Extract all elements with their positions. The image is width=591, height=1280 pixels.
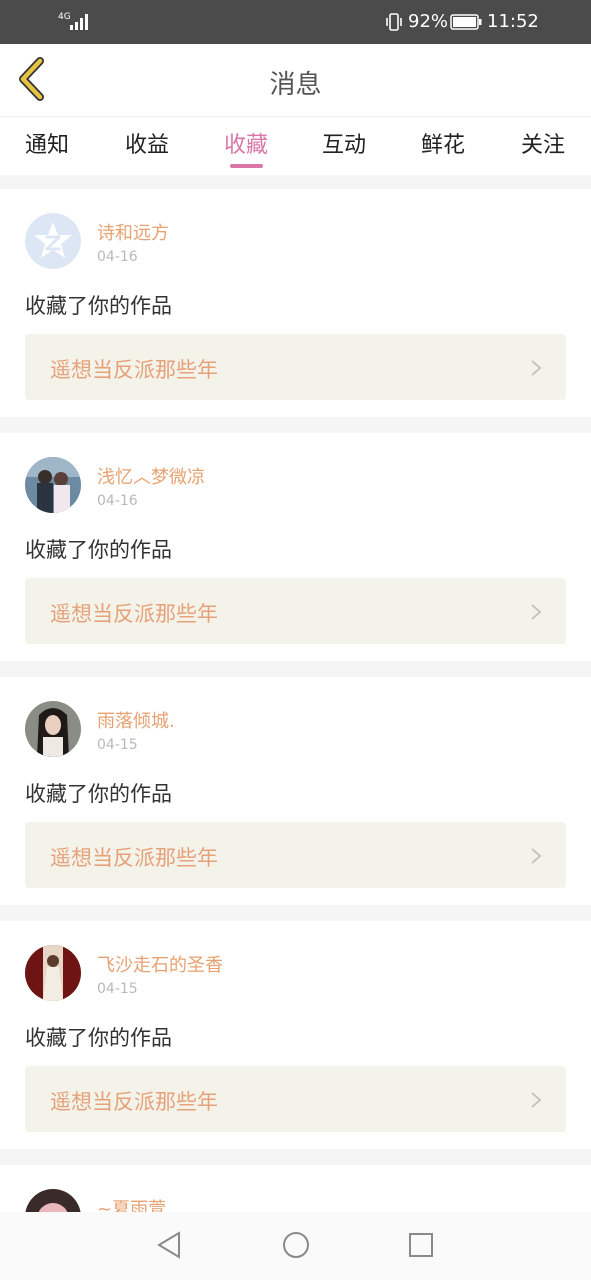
message-date: 04-15 — [97, 981, 138, 997]
page-title: 消息 — [269, 70, 322, 100]
tab-following[interactable]: 关注 — [503, 127, 583, 159]
message-card: 诗和远方 04-16 收藏了你的作品 遥想当反派那些年 — [0, 189, 591, 417]
active-tab-indicator — [230, 164, 263, 168]
message-card: 飞沙走石的圣香 04-15 收藏了你的作品 遥想当反派那些年 — [0, 921, 591, 1149]
tab-interactions[interactable]: 互动 — [304, 127, 384, 159]
message-card: ~夏雨萱 — [0, 1165, 591, 1212]
message-date: 04-15 — [97, 737, 138, 753]
work-title: 遥想当反派那些年 — [50, 358, 218, 382]
username[interactable]: 雨落倾城. — [97, 707, 175, 733]
network-type: 4G — [58, 12, 71, 22]
nav-home-icon[interactable] — [281, 1230, 311, 1260]
action-text: 收藏了你的作品 — [25, 1026, 172, 1050]
chevron-right-icon — [531, 360, 542, 376]
work-title: 遥想当反派那些年 — [50, 602, 218, 626]
message-date: 04-16 — [97, 249, 138, 265]
message-card: 浅忆︿梦微凉 04-16 收藏了你的作品 遥想当反派那些年 — [0, 433, 591, 661]
work-link[interactable]: 遥想当反派那些年 — [25, 1066, 566, 1132]
tab-earnings[interactable]: 收益 — [107, 127, 187, 159]
battery-percent: 92% — [408, 11, 449, 32]
tab-notifications[interactable]: 通知 — [7, 127, 87, 159]
avatar[interactable] — [25, 457, 81, 513]
vibrate-icon — [386, 13, 402, 31]
work-link[interactable]: 遥想当反派那些年 — [25, 334, 566, 400]
tab-flowers[interactable]: 鲜花 — [403, 127, 483, 159]
tab-bar: 通知 收益 收藏 互动 鲜花 关注 — [0, 117, 591, 175]
chevron-right-icon — [531, 1092, 542, 1108]
system-nav-bar — [0, 1212, 591, 1280]
avatar[interactable] — [25, 213, 81, 269]
work-title: 遥想当反派那些年 — [50, 1090, 218, 1114]
avatar[interactable] — [25, 1189, 81, 1212]
header: 消息 — [0, 44, 591, 117]
action-text: 收藏了你的作品 — [25, 538, 172, 562]
username[interactable]: 浅忆︿梦微凉 — [97, 463, 205, 489]
user-photo-icon — [25, 945, 81, 1001]
tab-favorites[interactable]: 收藏 — [206, 127, 286, 159]
username[interactable]: 飞沙走石的圣香 — [97, 951, 223, 977]
action-text: 收藏了你的作品 — [25, 782, 172, 806]
user-photo-icon — [25, 701, 81, 757]
default-avatar-icon — [25, 213, 81, 269]
message-card: 雨落倾城. 04-15 收藏了你的作品 遥想当反派那些年 — [0, 677, 591, 905]
avatar[interactable] — [25, 945, 81, 1001]
action-text: 收藏了你的作品 — [25, 294, 172, 318]
signal-icon — [70, 14, 88, 30]
user-photo-icon — [25, 457, 81, 513]
nav-recents-icon[interactable] — [407, 1230, 435, 1260]
work-title: 遥想当反派那些年 — [50, 846, 218, 870]
nav-back-icon[interactable] — [155, 1230, 183, 1260]
message-date: 04-16 — [97, 493, 138, 509]
username[interactable]: 诗和远方 — [97, 219, 169, 245]
status-bar: 4G 92% 11:52 — [0, 0, 591, 44]
work-link[interactable]: 遥想当反派那些年 — [25, 822, 566, 888]
clock: 11:52 — [487, 11, 539, 32]
username[interactable]: ~夏雨萱 — [97, 1195, 166, 1212]
battery-icon — [450, 14, 482, 30]
avatar[interactable] — [25, 701, 81, 757]
chevron-right-icon — [531, 848, 542, 864]
user-photo-icon — [25, 1189, 81, 1212]
work-link[interactable]: 遥想当反派那些年 — [25, 578, 566, 644]
chevron-right-icon — [531, 604, 542, 620]
